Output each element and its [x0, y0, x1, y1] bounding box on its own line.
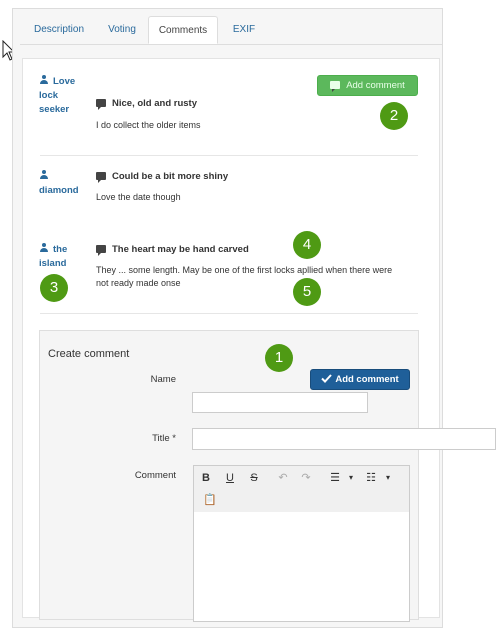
- comment-title-text: Could be a bit more shiny: [112, 171, 229, 182]
- comment-bubble-icon: [96, 245, 106, 257]
- tab-bar: Description Voting Comments EXIF: [20, 14, 442, 45]
- comment-title: Nice, old and rusty: [96, 98, 197, 111]
- tab-description[interactable]: Description: [24, 16, 94, 44]
- comment-divider: [40, 155, 418, 156]
- comment-title-text: Nice, old and rusty: [112, 98, 197, 109]
- comment-author-name: diamond: [39, 185, 79, 196]
- chevron-down-icon[interactable]: ▾: [381, 471, 395, 485]
- numbered-list-icon[interactable]: ☷: [364, 471, 378, 485]
- form-heading: Create comment: [48, 348, 130, 360]
- editor-toolbar: B U S ↶ ↷ ☰ ▾ ☷ ▾ 📋: [193, 465, 410, 513]
- add-comment-label: Add comment: [346, 80, 405, 91]
- user-icon: [39, 243, 49, 253]
- comment-bubble-icon: [96, 172, 106, 184]
- undo-icon[interactable]: ↶: [276, 471, 290, 485]
- user-icon: [39, 75, 49, 85]
- redo-icon[interactable]: ↷: [299, 471, 313, 485]
- comment-divider: [40, 313, 418, 314]
- name-label: Name: [150, 374, 176, 385]
- checkmark-icon: [321, 374, 333, 383]
- comment-text: I do collect the older items: [96, 120, 201, 130]
- comment-bubble-icon: [330, 81, 341, 93]
- comment-author[interactable]: diamond: [39, 170, 89, 198]
- comment-title: Could be a bit more shiny: [96, 171, 229, 184]
- comment-editor[interactable]: [193, 512, 410, 622]
- add-comment-button[interactable]: Add comment: [317, 75, 418, 96]
- chevron-down-icon[interactable]: ▾: [344, 471, 358, 485]
- paste-icon[interactable]: 📋: [203, 493, 217, 507]
- comment-author[interactable]: the island: [39, 243, 89, 271]
- annotation-badge: 2: [380, 102, 408, 130]
- comment-bubble-icon: [96, 99, 106, 111]
- user-icon: [39, 170, 49, 180]
- strikethrough-icon[interactable]: S: [247, 471, 261, 485]
- annotation-badge: 1: [265, 344, 293, 372]
- underline-icon[interactable]: U: [223, 471, 237, 485]
- tab-exif[interactable]: EXIF: [222, 16, 266, 44]
- comment-label: Comment: [134, 470, 176, 481]
- submit-comment-button[interactable]: Add comment: [310, 369, 410, 390]
- comment-text: They ... some length. May be one of the …: [96, 265, 393, 288]
- title-input[interactable]: [192, 428, 496, 450]
- comment-title-text: The heart may be hand carved: [112, 244, 249, 255]
- comment-title: The heart may be hand carved: [96, 244, 249, 257]
- annotation-badge: 3: [40, 274, 68, 302]
- name-input[interactable]: [192, 392, 368, 413]
- submit-comment-label: Add comment: [335, 374, 399, 385]
- bulleted-list-icon[interactable]: ☰: [328, 471, 342, 485]
- annotation-badge: 5: [293, 278, 321, 306]
- tab-comments[interactable]: Comments: [148, 16, 218, 44]
- tab-voting[interactable]: Voting: [98, 16, 146, 44]
- bold-icon[interactable]: B: [199, 471, 213, 485]
- comment-author[interactable]: Love lock seeker: [39, 75, 89, 117]
- comment-text: Love the date though: [96, 192, 181, 202]
- annotation-badge: 4: [293, 231, 321, 259]
- title-label: Title *: [152, 433, 176, 444]
